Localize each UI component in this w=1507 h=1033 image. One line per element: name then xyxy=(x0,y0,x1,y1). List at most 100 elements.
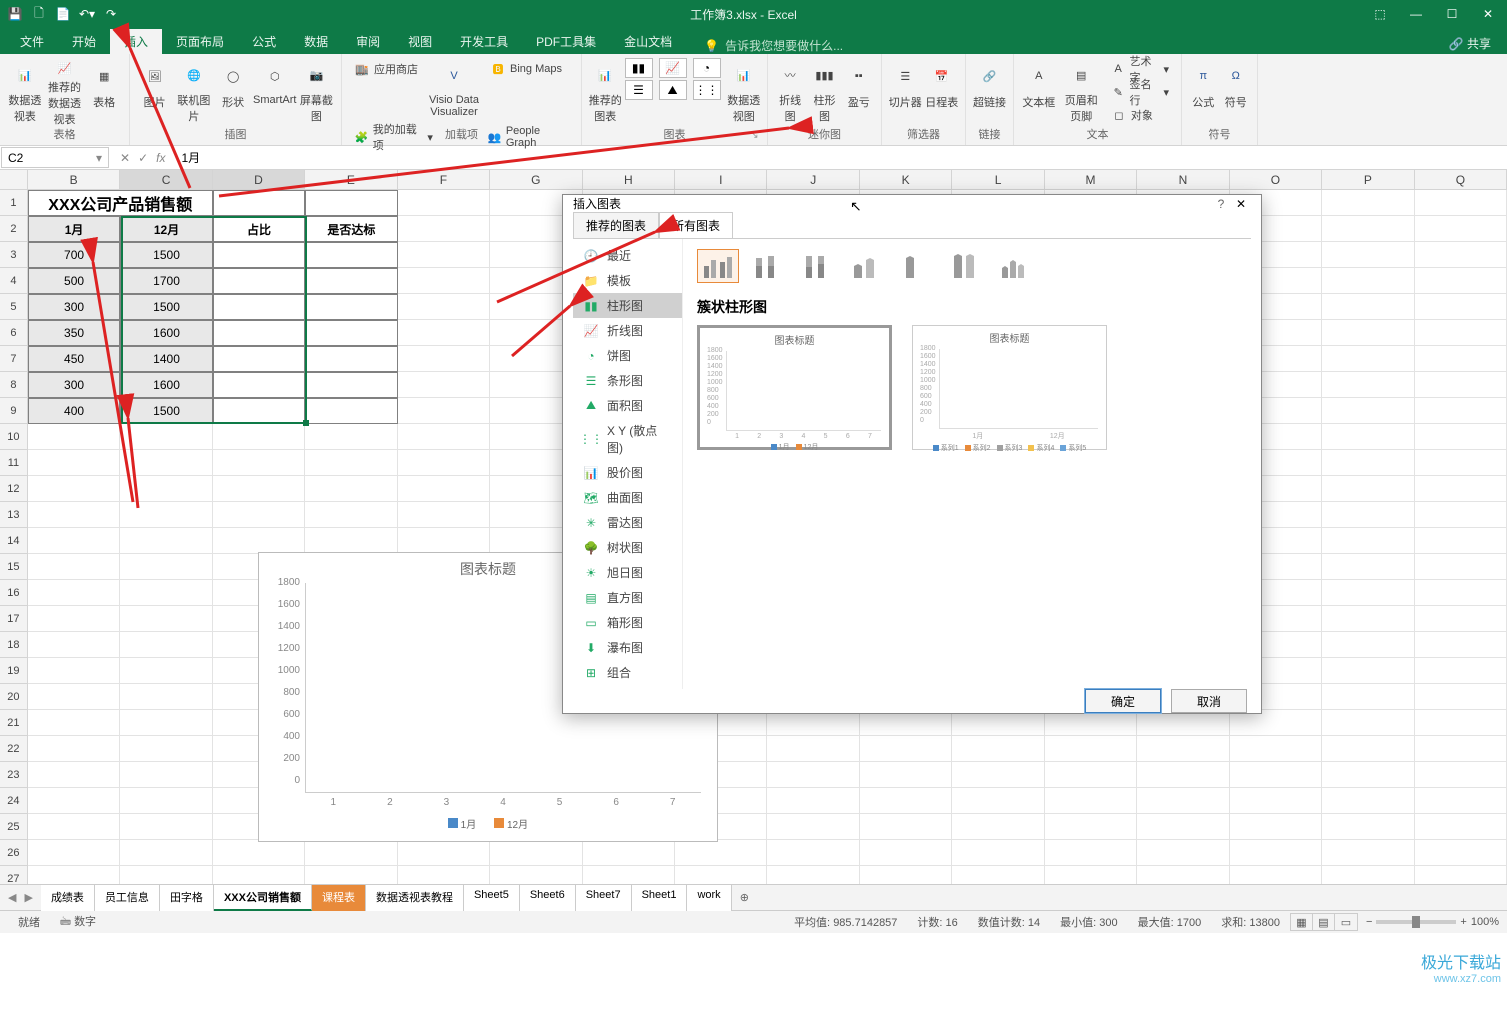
row-header[interactable]: 5 xyxy=(0,294,28,320)
cell[interactable] xyxy=(1322,866,1414,884)
cell[interactable] xyxy=(120,450,212,476)
cell[interactable]: 1月 xyxy=(28,216,120,242)
cell[interactable] xyxy=(120,710,212,736)
cell[interactable] xyxy=(675,866,767,884)
cell[interactable]: 300 xyxy=(28,372,120,398)
cell[interactable] xyxy=(1415,658,1507,684)
sheet-tab[interactable]: Sheet1 xyxy=(632,885,688,911)
row-header[interactable]: 21 xyxy=(0,710,28,736)
row-header[interactable]: 6 xyxy=(0,320,28,346)
cell[interactable] xyxy=(120,632,212,658)
cell[interactable] xyxy=(1415,840,1507,866)
cell[interactable] xyxy=(120,476,212,502)
cell[interactable] xyxy=(1322,398,1414,424)
chart-type-item[interactable]: ⛰面积图 xyxy=(573,393,682,418)
cell[interactable] xyxy=(305,190,397,216)
cell[interactable] xyxy=(860,762,952,788)
chart-type-item[interactable]: ▤直方图 xyxy=(573,585,682,610)
cell[interactable]: 400 xyxy=(28,398,120,424)
cell[interactable]: 1500 xyxy=(120,398,212,424)
cell[interactable] xyxy=(1415,580,1507,606)
cell[interactable] xyxy=(1322,606,1414,632)
cell[interactable] xyxy=(1415,554,1507,580)
cell[interactable]: 占比 xyxy=(213,216,305,242)
cell[interactable] xyxy=(28,814,120,840)
sheet-tab[interactable]: 数据透视表教程 xyxy=(366,885,464,911)
cell[interactable] xyxy=(28,450,120,476)
cell[interactable] xyxy=(213,294,305,320)
row-header[interactable]: 13 xyxy=(0,502,28,528)
cell[interactable] xyxy=(398,866,490,884)
chart-preview-1[interactable]: 图表标题 180016001400120010008006004002000 1… xyxy=(697,325,892,450)
cell[interactable] xyxy=(1415,424,1507,450)
cell[interactable] xyxy=(583,866,675,884)
cell[interactable] xyxy=(1322,216,1414,242)
row-header[interactable]: 25 xyxy=(0,814,28,840)
cell[interactable] xyxy=(28,710,120,736)
cell[interactable] xyxy=(28,528,120,554)
cell[interactable] xyxy=(490,840,582,866)
dialog-help-icon[interactable]: ? xyxy=(1211,197,1231,211)
cell[interactable] xyxy=(213,476,305,502)
cell[interactable] xyxy=(398,476,490,502)
chart-type-item[interactable]: ▭箱形图 xyxy=(573,610,682,635)
tab-layout[interactable]: 页面布局 xyxy=(162,29,238,54)
cell[interactable] xyxy=(398,190,490,216)
sparkline-column-button[interactable]: ▮▮▮柱形图 xyxy=(808,58,840,124)
cell[interactable]: 300 xyxy=(28,294,120,320)
cell[interactable] xyxy=(952,762,1044,788)
cell[interactable] xyxy=(120,502,212,528)
cell[interactable]: XXX公司产品销售额 xyxy=(28,190,213,216)
cell[interactable] xyxy=(1322,554,1414,580)
cell[interactable] xyxy=(305,476,397,502)
cell[interactable] xyxy=(1415,268,1507,294)
recommended-pivot-button[interactable]: 📈推荐的数据透视表 xyxy=(46,58,84,124)
line-chart-icon[interactable]: 📈 xyxy=(659,58,687,78)
row-header[interactable]: 10 xyxy=(0,424,28,450)
sheet-tab[interactable]: Sheet5 xyxy=(464,885,520,911)
tab-wps[interactable]: 金山文档 xyxy=(610,29,686,54)
cell[interactable] xyxy=(213,450,305,476)
cell[interactable] xyxy=(213,398,305,424)
cell[interactable] xyxy=(767,866,859,884)
cell[interactable] xyxy=(1415,528,1507,554)
cell[interactable] xyxy=(1045,762,1137,788)
cell[interactable] xyxy=(1230,788,1322,814)
cell[interactable] xyxy=(767,814,859,840)
row-header[interactable]: 1 xyxy=(0,190,28,216)
cell[interactable] xyxy=(1415,502,1507,528)
cell[interactable] xyxy=(28,762,120,788)
tab-formulas[interactable]: 公式 xyxy=(238,29,290,54)
subtype-3d-stacked[interactable] xyxy=(897,249,939,283)
sheet-tab[interactable]: 田字格 xyxy=(160,885,214,911)
sheet-nav-prev[interactable]: ◀ xyxy=(6,889,18,906)
ok-button[interactable]: 确定 xyxy=(1085,689,1161,713)
cell[interactable] xyxy=(1415,190,1507,216)
sheet-tab[interactable]: 员工信息 xyxy=(95,885,160,911)
cell[interactable] xyxy=(952,736,1044,762)
cell[interactable] xyxy=(1045,736,1137,762)
cell[interactable] xyxy=(213,840,305,866)
sparkline-winloss-button[interactable]: ▪▪盈亏 xyxy=(843,58,875,124)
cell[interactable] xyxy=(1045,788,1137,814)
row-header[interactable]: 17 xyxy=(0,606,28,632)
cell[interactable] xyxy=(1415,788,1507,814)
cell[interactable] xyxy=(490,866,582,884)
view-normal-icon[interactable]: ▦ xyxy=(1291,914,1313,930)
subtype-100stacked[interactable] xyxy=(797,249,839,283)
online-picture-button[interactable]: 🌐联机图片 xyxy=(175,58,212,124)
qat-btn-2[interactable]: 🗋 xyxy=(28,3,50,25)
cell[interactable] xyxy=(305,320,397,346)
select-all-corner[interactable] xyxy=(0,170,28,189)
cell[interactable] xyxy=(1322,840,1414,866)
tab-file[interactable]: 文件 xyxy=(6,29,58,54)
textbox-button[interactable]: A文本框 xyxy=(1020,58,1058,124)
redo-button[interactable]: ↷ xyxy=(100,3,122,25)
cell[interactable] xyxy=(28,580,120,606)
chart-type-item[interactable]: ☰条形图 xyxy=(573,368,682,393)
cell[interactable] xyxy=(1322,372,1414,398)
cell[interactable] xyxy=(1415,632,1507,658)
tab-view[interactable]: 视图 xyxy=(394,29,446,54)
chart-type-item[interactable]: 🕘最近 xyxy=(573,243,682,268)
cell[interactable] xyxy=(1322,320,1414,346)
